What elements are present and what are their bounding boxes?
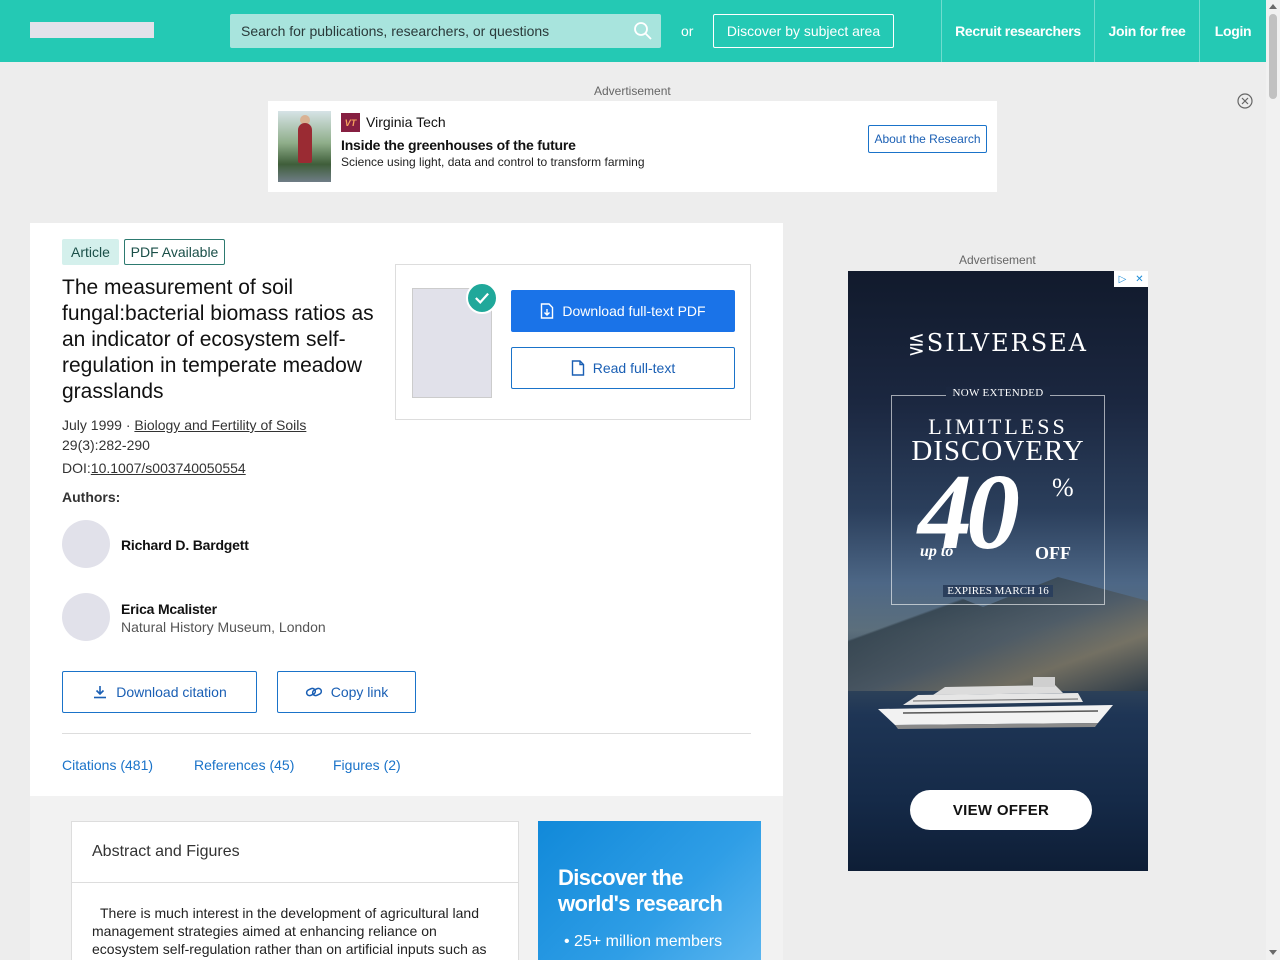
side-advertisement[interactable]: ▷ ✕ ⋚SILVERSEA NOW EXTENDED LIMITLESS DIS… — [848, 271, 1148, 871]
author-name[interactable]: Richard D. Bardgett — [121, 537, 249, 553]
scroll-thumb[interactable] — [1269, 14, 1277, 99]
expires-text: EXPIRES MARCH 16 — [848, 585, 1148, 597]
promo-list-item: • 25+ million members — [564, 933, 723, 950]
author-name[interactable]: Erica Mcalister — [121, 601, 217, 617]
site-logo[interactable] — [30, 22, 154, 38]
author-avatar[interactable] — [62, 593, 110, 641]
download-full-text-pdf-button[interactable]: Download full-text PDF — [511, 290, 735, 332]
tab-references[interactable]: References (45) — [194, 757, 294, 773]
abstract-card: Abstract and Figures There is much inter… — [71, 821, 519, 960]
ad-brand-name: Virginia Tech — [366, 114, 446, 130]
page-scrollbar[interactable] — [1266, 0, 1280, 960]
view-offer-button[interactable]: VIEW OFFER — [910, 790, 1092, 830]
download-citation-label: Download citation — [116, 684, 227, 700]
login-link[interactable]: Login — [1199, 0, 1266, 62]
document-icon — [571, 360, 584, 376]
close-ad-icon[interactable] — [1237, 93, 1253, 109]
article-type-badge: Article — [62, 239, 119, 265]
download-icon — [94, 686, 107, 699]
abstract-header: Abstract and Figures — [72, 822, 518, 883]
read-full-text-label: Read full-text — [592, 360, 676, 376]
pdf-available-badge: PDF Available — [124, 239, 225, 265]
about-the-research-button[interactable]: About the Research — [868, 125, 987, 153]
abstract-text: There is much interest in the developmen… — [92, 905, 487, 957]
search-box — [230, 14, 661, 48]
doi-label: DOI: — [62, 460, 91, 476]
ad-subline: Science using light, data and control to… — [341, 155, 645, 169]
top-advertisement-banner[interactable]: VT Virginia Tech Inside the greenhouses … — [268, 101, 997, 192]
or-text: or — [681, 23, 694, 39]
download-pdf-label: Download full-text PDF — [562, 303, 706, 319]
top-navigation-bar: or Discover by subject area Recruit rese… — [0, 0, 1266, 62]
discover-by-subject-button[interactable]: Discover by subject area — [713, 14, 894, 48]
ad-headline: Inside the greenhouses of the future — [341, 137, 576, 153]
virginia-tech-logo-icon: VT — [341, 113, 360, 132]
author-avatar[interactable] — [62, 520, 110, 568]
checkmark-icon — [466, 282, 498, 314]
meta-separator: · — [121, 417, 135, 433]
tab-citations[interactable]: Citations (481) — [62, 757, 153, 773]
recruit-researchers-link[interactable]: Recruit researchers — [941, 0, 1094, 62]
adchoices-icon[interactable]: ▷ ✕ — [1114, 271, 1148, 287]
copy-link-label: Copy link — [330, 684, 389, 700]
silversea-brand: SILVERSEA — [926, 329, 1088, 357]
ad-greenhouse-photo — [278, 111, 331, 182]
promo-members-text: 25+ million members — [574, 933, 723, 950]
doi-line: DOI:10.1007/s003740050554 — [62, 460, 246, 476]
abstract-heading: Abstract and Figures — [92, 843, 240, 860]
scroll-up-arrow-icon[interactable] — [1269, 4, 1277, 9]
tabs-divider — [62, 733, 751, 734]
read-full-text-button[interactable]: Read full-text — [511, 347, 735, 389]
journal-link[interactable]: Biology and Fertility of Soils — [134, 417, 306, 433]
link-icon — [305, 687, 322, 697]
discover-research-promo[interactable]: Discover the world's research • 25+ mill… — [538, 821, 761, 960]
publication-info: July 1999 · Biology and Fertility of Soi… — [62, 417, 306, 433]
publication-date: July 1999 — [62, 417, 122, 433]
side-ad-label: Advertisement — [959, 253, 1036, 267]
promo-title: Discover the world's research — [558, 865, 723, 916]
top-ad-label: Advertisement — [594, 84, 671, 98]
cruise-ship-illustration — [878, 677, 1113, 729]
off-text: OFF — [1035, 543, 1071, 563]
pdf-download-icon — [541, 303, 554, 319]
full-text-box: Download full-text PDF Read full-text — [395, 264, 751, 420]
download-citation-button[interactable]: Download citation — [62, 671, 257, 713]
doi-link[interactable]: 10.1007/s003740050554 — [91, 460, 246, 476]
volume-pages: 29(3):282-290 — [62, 437, 150, 453]
copy-link-button[interactable]: Copy link — [277, 671, 416, 713]
search-input[interactable] — [230, 14, 630, 48]
search-icon[interactable] — [633, 21, 653, 41]
author-affiliation: Natural History Museum, London — [121, 619, 326, 635]
percent-sign: % — [1052, 473, 1074, 502]
tab-figures[interactable]: Figures (2) — [333, 757, 401, 773]
up-to-text: up to — [920, 543, 954, 560]
join-for-free-link[interactable]: Join for free — [1094, 0, 1199, 62]
article-title: The measurement of soil fungal:bacterial… — [62, 276, 374, 403]
now-extended-text: NOW EXTENDED — [848, 387, 1148, 399]
scroll-down-arrow-icon[interactable] — [1269, 950, 1277, 955]
authors-label: Authors: — [62, 489, 121, 505]
silversea-logo: ⋚SILVERSEA — [908, 329, 1088, 357]
